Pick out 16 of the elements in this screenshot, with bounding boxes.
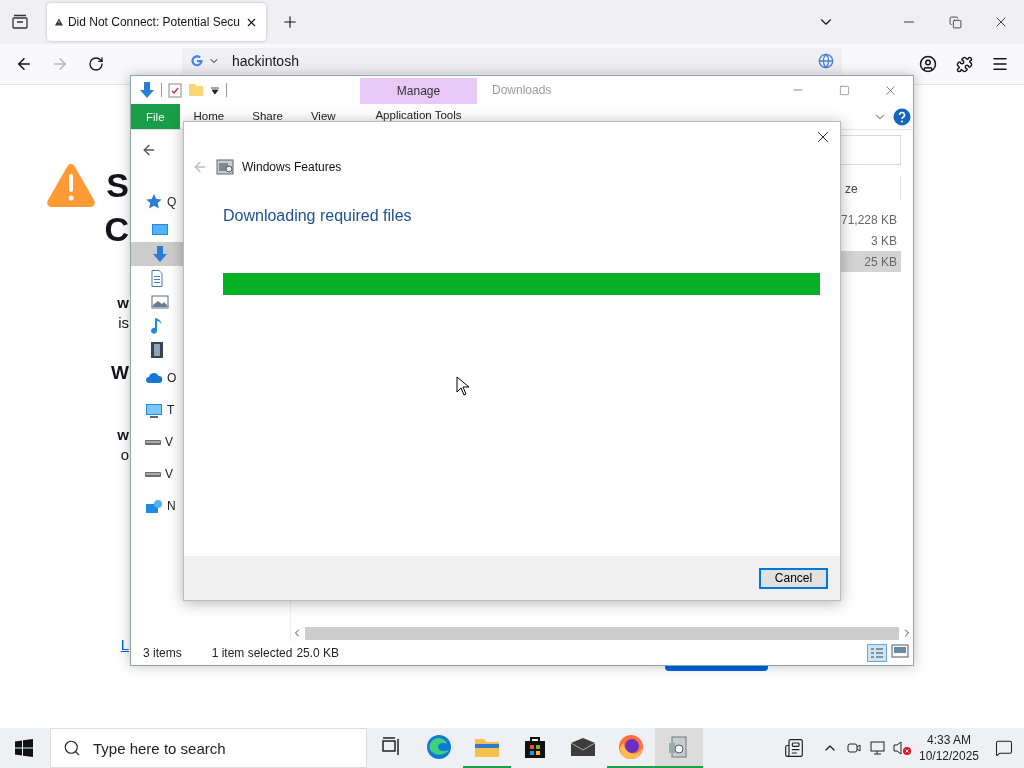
table-cell-text: 71,228 KB xyxy=(839,211,898,229)
context-tab-group: Manage xyxy=(360,78,477,104)
page-text: o xyxy=(120,445,129,465)
dialog-heading: Downloading required files xyxy=(223,207,412,225)
window-title: Downloads xyxy=(492,83,552,97)
page-text: w xyxy=(117,425,129,445)
table-cell-text: 3 KB xyxy=(870,232,898,250)
page-text: is xyxy=(118,313,129,333)
page-heading: S xyxy=(106,165,129,206)
status-text: 3 items xyxy=(143,646,182,660)
status-text: 1 item selected xyxy=(211,646,293,660)
page-heading: C xyxy=(104,209,129,250)
page-heading: W xyxy=(111,363,129,383)
page-text: w xyxy=(117,293,129,313)
dialog-title: Windows Features xyxy=(242,160,342,174)
status-text: 25.0 KB xyxy=(296,646,340,660)
